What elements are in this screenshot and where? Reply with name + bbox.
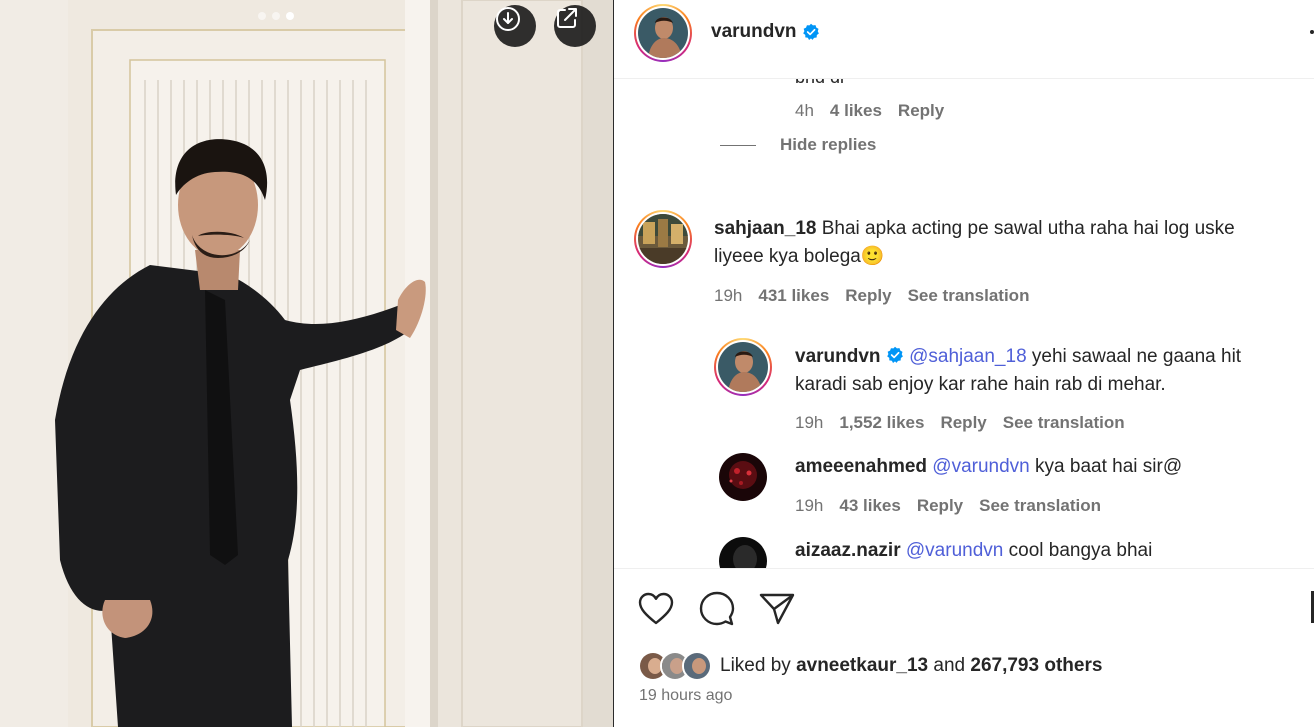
reply-button[interactable]: Reply [940,413,986,433]
see-translation-button[interactable]: See translation [908,286,1030,306]
comment-text-line2: liyeee kya bolega [714,246,861,267]
comment-username[interactable]: sahjaan_18 [714,218,816,239]
hide-replies-line [720,144,756,146]
verified-badge-icon [887,347,903,364]
verified-badge-icon [803,23,819,40]
liked-by-others-link[interactable]: 267,793 others [970,655,1102,676]
carousel-dot [272,12,280,20]
post-photo [0,0,613,727]
carousel-dot-active [286,12,294,20]
hide-replies-label[interactable]: Hide replies [780,135,876,155]
external-link-icon [557,8,577,28]
post-media[interactable] [0,0,613,727]
mention-link[interactable]: @sahjaan_18 [909,346,1027,367]
mention-link[interactable]: @varundvn [906,540,1003,561]
comment-button[interactable] [699,591,735,627]
see-translation-button[interactable]: See translation [1003,413,1125,433]
comment-username[interactable]: varundvn [795,346,881,367]
carousel-indicator [258,12,294,20]
avatar[interactable] [719,453,767,501]
comments-list[interactable]: bhd di 4h 4 likes Reply Hide replies sah… [614,79,1314,568]
comment-text: Bhai apka acting pe sawal utha raha hai … [821,218,1235,239]
comment-meta: 19h 43 likes Reply See translation [795,496,1101,516]
comment-meta: 19h 1,552 likes Reply See translation [795,413,1125,433]
liked-by-and: and [933,655,966,676]
carousel-dot [258,12,266,20]
comment-text: yehi sawaal ne gaana hit [1031,346,1242,367]
comment-likes[interactable]: 43 likes [839,496,900,516]
send-icon [759,593,795,625]
reply-button[interactable]: Reply [917,496,963,516]
comment-likes[interactable]: 4 likes [830,101,882,121]
hide-replies-button[interactable]: Hide replies [720,135,876,155]
mention-link[interactable]: @varundvn [932,456,1029,477]
liked-by-text: Liked by avneetkaur_13 and 267,793 other… [720,655,1102,677]
comment-icon [699,591,735,626]
avatar [682,651,712,681]
comment-time[interactable]: 19h [714,286,742,306]
avatar [638,214,688,264]
more-options-icon[interactable] [1310,30,1314,34]
open-external-button[interactable] [554,5,596,47]
comment-text: cool bangya bhai [1008,540,1153,561]
comment-meta: 19h 431 likes Reply See translation [714,286,1029,306]
liked-by-prefix: Liked by [720,655,791,676]
comment-body: aizaaz.nazir @varundvn cool bangya bhai [795,537,1314,565]
comment-text: kya baat hai sir@ [1035,456,1183,477]
like-button[interactable] [638,591,674,627]
comment-likes[interactable]: 1,552 likes [839,413,924,433]
comment-body: varundvn @sahjaan_18 yehi sawaal ne gaan… [795,343,1295,399]
author-username[interactable]: varundvn [711,21,820,43]
comment-time[interactable]: 19h [795,413,823,433]
post-actions: Liked by avneetkaur_13 and 267,793 other… [614,568,1314,727]
reply-button[interactable]: Reply [845,286,891,306]
download-circle-icon [496,7,520,31]
post-detail-panel: varundvn bhd di 4h 4 likes Reply Hide re… [614,0,1314,727]
avatar [638,8,688,58]
liked-by-user-link[interactable]: avneetkaur_13 [796,655,928,676]
heart-icon [638,592,674,625]
comment-body: ameeenahmed @varundvn kya baat hai sir@ [795,453,1314,481]
avatar [718,342,768,392]
comment-body: sahjaan_18 Bhai apka acting pe sawal uth… [714,215,1294,271]
comment-username[interactable]: ameeenahmed [795,456,927,477]
comment-time[interactable]: 4h [795,101,814,121]
username-text[interactable]: varundvn [711,21,797,42]
see-translation-button[interactable]: See translation [979,496,1101,516]
reply-button[interactable]: Reply [898,101,944,121]
clipped-reply-text: bhd di [795,79,844,88]
commenter-avatar-ring[interactable] [714,338,772,396]
smile-emoji-icon: 🙂 [860,246,885,267]
post-timestamp[interactable]: 19 hours ago [639,687,732,705]
post-header: varundvn [614,0,1314,79]
share-button[interactable] [759,591,795,627]
commenter-avatar-ring[interactable] [634,210,692,268]
comment-username[interactable]: aizaaz.nazir [795,540,901,561]
comment-text-line2: karadi sab enjoy kar rahe hain rab di me… [795,374,1166,395]
avatar[interactable] [719,537,767,568]
liked-by: Liked by avneetkaur_13 and 267,793 other… [638,651,1102,681]
download-button[interactable] [494,5,536,47]
comment-time[interactable]: 19h [795,496,823,516]
clipped-reply-meta: 4h 4 likes Reply [795,101,944,121]
author-avatar-ring[interactable] [634,4,692,62]
comment-likes[interactable]: 431 likes [758,286,829,306]
